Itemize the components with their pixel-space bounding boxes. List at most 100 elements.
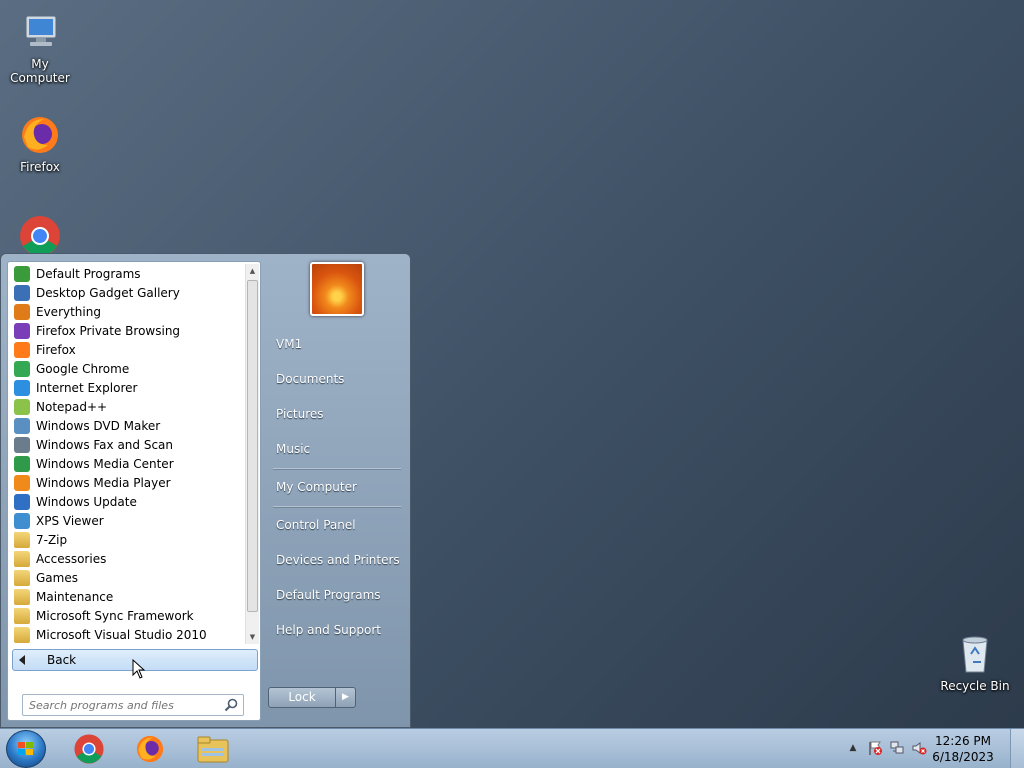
windows-logo-icon	[18, 742, 33, 755]
taskbar: ▲ 12:26 PM 6/18/2023	[0, 728, 1024, 768]
chrome-icon	[74, 734, 104, 764]
desktop-icon-label: My Computer	[10, 57, 70, 85]
link-user-folder[interactable]: VM1	[276, 337, 302, 351]
volume-muted-icon[interactable]	[911, 740, 927, 756]
program-item[interactable]: Firefox Private Browsing	[10, 321, 246, 340]
program-item-label: Internet Explorer	[36, 380, 138, 395]
program-item[interactable]: Microsoft Sync Framework	[10, 606, 246, 625]
program-item[interactable]: Microsoft Visual Studio 2010	[10, 625, 246, 644]
program-item[interactable]: Internet Explorer	[10, 378, 246, 397]
folder-icon	[14, 626, 30, 643]
program-item[interactable]: Games	[10, 568, 246, 587]
folder-icon	[14, 531, 30, 548]
program-item-label: Windows DVD Maker	[36, 418, 161, 433]
media-center-icon	[14, 455, 30, 472]
file-explorer-icon	[197, 736, 229, 763]
program-item-label: Maintenance	[36, 589, 114, 604]
search-box[interactable]	[22, 694, 244, 716]
program-item[interactable]: 7-Zip	[10, 530, 246, 549]
link-help-and-support[interactable]: Help and Support	[276, 623, 381, 637]
folder-icon	[14, 607, 30, 624]
program-item[interactable]: Default Programs	[10, 264, 246, 283]
link-default-programs[interactable]: Default Programs	[276, 588, 381, 602]
search-icon[interactable]	[223, 697, 239, 713]
shutdown-options-arrow-icon[interactable]: ▶	[336, 687, 356, 708]
firefox-icon	[14, 341, 30, 358]
program-item[interactable]: Google Chrome	[10, 359, 246, 378]
link-devices-and-printers[interactable]: Devices and Printers	[276, 553, 400, 567]
separator	[273, 468, 401, 469]
taskbar-chrome[interactable]	[63, 731, 115, 767]
program-item[interactable]: Windows DVD Maker	[10, 416, 246, 435]
firefox-icon	[136, 735, 164, 763]
start-button[interactable]	[6, 730, 46, 768]
program-item[interactable]: Windows Fax and Scan	[10, 435, 246, 454]
desktop-icon-label: Recycle Bin	[940, 679, 1010, 693]
lock-button[interactable]: Lock	[268, 687, 336, 708]
taskbar-firefox[interactable]	[124, 731, 176, 767]
link-control-panel[interactable]: Control Panel	[276, 518, 356, 532]
link-pictures[interactable]: Pictures	[276, 407, 324, 421]
link-music[interactable]: Music	[276, 442, 310, 456]
program-item-label: Windows Media Center	[36, 456, 174, 471]
search-input[interactable]	[23, 696, 223, 714]
program-item-label: Notepad++	[36, 399, 108, 414]
desktop-icon-firefox[interactable]: Firefox	[0, 113, 80, 174]
program-item-label: Firefox	[36, 342, 76, 357]
program-item-label: Firefox Private Browsing	[36, 323, 181, 338]
programs-pane: Default Programs Desktop Gadget Gallery Ev…	[7, 261, 261, 721]
all-programs-list: Default Programs Desktop Gadget Gallery Ev…	[10, 264, 246, 644]
chrome-icon	[18, 214, 62, 258]
desktop-icon-recycle-bin[interactable]: Recycle Bin	[935, 632, 1015, 693]
action-center-flag-icon[interactable]	[867, 740, 883, 756]
network-icon[interactable]	[889, 740, 905, 756]
scroll-up-arrow-icon[interactable]: ▲	[246, 264, 259, 278]
ie-icon	[14, 379, 30, 396]
program-item[interactable]: Notepad++	[10, 397, 246, 416]
programs-scrollbar[interactable]: ▲ ▼	[245, 264, 259, 644]
back-button-label: Back	[47, 653, 77, 667]
start-menu-right-pane: VM1 Documents Pictures Music My Computer…	[263, 254, 409, 729]
program-item[interactable]: Accessories	[10, 549, 246, 568]
back-arrow-icon	[19, 655, 25, 665]
program-item[interactable]: Firefox	[10, 340, 246, 359]
program-item[interactable]: Windows Media Player	[10, 473, 246, 492]
folder-icon	[14, 569, 30, 586]
fax-scan-icon	[14, 436, 30, 453]
program-item[interactable]: Desktop Gadget Gallery	[10, 283, 246, 302]
xps-viewer-icon	[14, 512, 30, 529]
folder-icon	[14, 550, 30, 567]
program-item-label: Default Programs	[36, 266, 141, 281]
firefox-icon	[18, 113, 62, 157]
mouse-cursor-icon	[132, 659, 146, 679]
program-item-label: Microsoft Visual Studio 2010	[36, 627, 207, 642]
taskbar-file-explorer[interactable]	[187, 731, 239, 767]
program-item[interactable]: Windows Update	[10, 492, 246, 511]
start-menu: Default Programs Desktop Gadget Gallery Ev…	[0, 253, 411, 728]
dvd-maker-icon	[14, 417, 30, 434]
program-item[interactable]: Everything	[10, 302, 246, 321]
folder-icon	[14, 588, 30, 605]
chrome-icon	[14, 360, 30, 377]
windows-update-icon	[14, 493, 30, 510]
program-item[interactable]: Maintenance	[10, 587, 246, 606]
program-item-label: Microsoft Sync Framework	[36, 608, 194, 623]
desktop-icon-label: Firefox	[20, 160, 60, 174]
default-programs-icon	[14, 265, 30, 282]
program-item-label: Everything	[36, 304, 101, 319]
clock[interactable]: 12:26 PM 6/18/2023	[928, 733, 998, 765]
show-hidden-icons-chevron-icon[interactable]: ▲	[845, 740, 861, 756]
desktop-icon-my-computer[interactable]: My Computer	[0, 10, 80, 85]
scroll-down-arrow-icon[interactable]: ▼	[246, 630, 259, 644]
program-item[interactable]: Windows Media Center	[10, 454, 246, 473]
show-desktop-button[interactable]	[1010, 729, 1024, 768]
link-my-computer[interactable]: My Computer	[276, 480, 357, 494]
scrollbar-thumb[interactable]	[247, 280, 258, 612]
program-item-label: Desktop Gadget Gallery	[36, 285, 180, 300]
program-item[interactable]: XPS Viewer	[10, 511, 246, 530]
notification-area: ▲ 12:26 PM 6/18/2023	[824, 729, 1024, 768]
recycle-bin-icon	[953, 632, 997, 676]
link-documents[interactable]: Documents	[276, 372, 344, 386]
gadget-gallery-icon	[14, 284, 30, 301]
user-account-picture[interactable]	[310, 262, 364, 316]
